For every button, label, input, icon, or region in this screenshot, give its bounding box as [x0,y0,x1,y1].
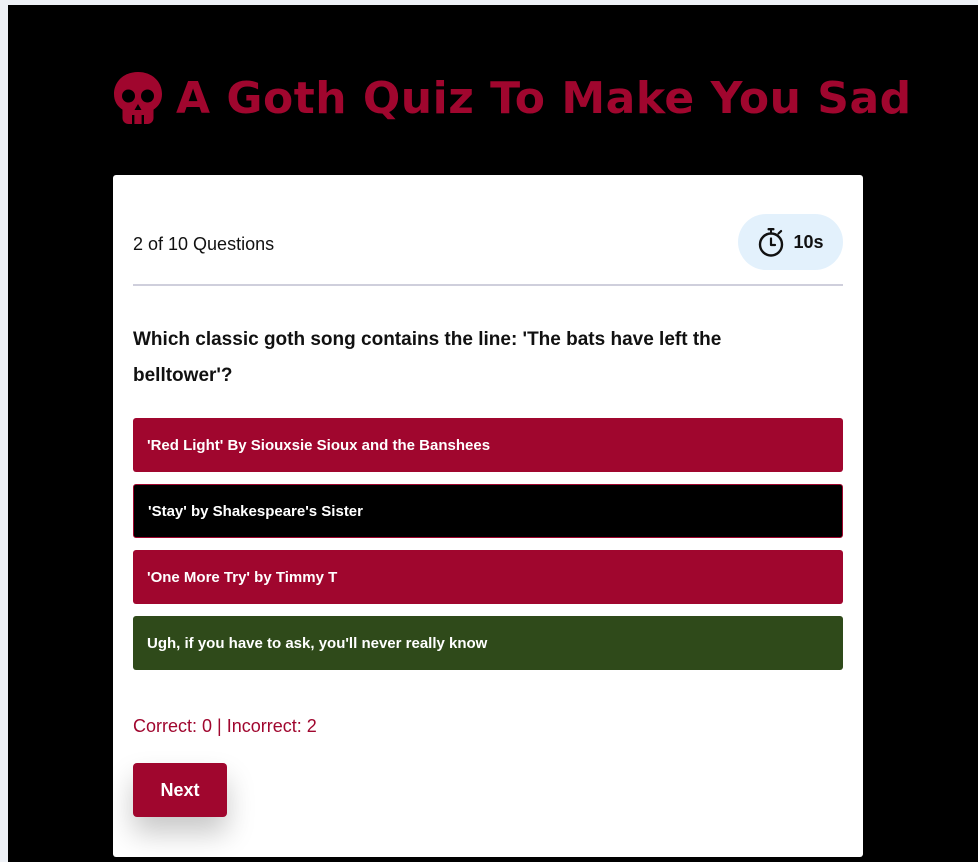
answer-label: 'Red Light' By Siouxsie Sioux and the Ba… [147,436,491,454]
answer-option-2[interactable]: 'Stay' by Shakespeare's Sister [133,484,843,538]
quiz-header: 2 of 10 Questions 10s [133,214,843,286]
answer-label: 'One More Try' by Timmy T [147,568,338,586]
page-title: A Goth Quiz To Make You Sad [112,71,912,125]
answer-option-1[interactable]: 'Red Light' By Siouxsie Sioux and the Ba… [133,418,843,472]
page-background: A Goth Quiz To Make You Sad 2 of 10 Ques… [8,5,978,862]
score-text: Correct: 0 | Incorrect: 2 [133,716,317,736]
timer-value: 10s [793,231,824,252]
answer-list: 'Red Light' By Siouxsie Sioux and the Ba… [133,418,843,682]
stopwatch-icon [759,228,784,257]
quiz-card: 2 of 10 Questions 10s Which classic goth… [113,175,863,857]
question-text: Which classic goth song contains the lin… [133,329,722,386]
answer-option-4[interactable]: Ugh, if you have to ask, you'll never re… [133,616,843,670]
next-button[interactable]: Next [133,763,227,817]
answer-option-3[interactable]: 'One More Try' by Timmy T [133,550,843,604]
skull-icon [114,72,162,124]
answer-label: Ugh, if you have to ask, you'll never re… [147,634,488,652]
question-progress: 2 of 10 Questions [133,234,275,254]
timer-badge: 10s [738,214,843,270]
answer-label: 'Stay' by Shakespeare's Sister [148,502,363,520]
page-title-text: A Goth Quiz To Make You Sad [176,72,912,124]
